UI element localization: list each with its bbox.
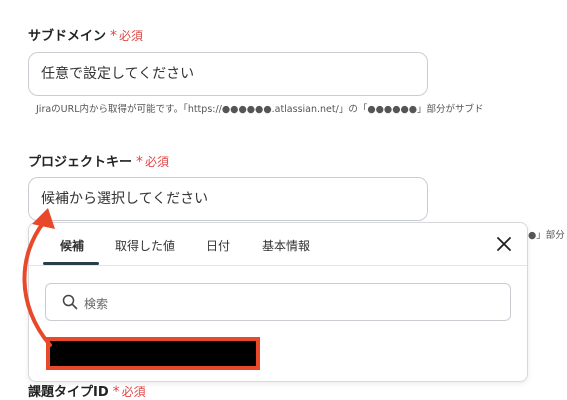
popup-tabs: 候補 取得した値 日付 基本情報 xyxy=(29,223,527,266)
tab-candidates[interactable]: 候補 xyxy=(60,237,84,254)
required-text: 必須 xyxy=(119,29,144,43)
required-mark: * xyxy=(112,384,120,400)
tab-date[interactable]: 日付 xyxy=(206,237,230,254)
subdomain-label: サブドメイン * 必須 xyxy=(28,25,143,44)
search-icon xyxy=(62,294,78,310)
tab-acquired-values[interactable]: 取得した値 xyxy=(115,237,175,254)
project-key-label: プロジェクトキー * 必須 xyxy=(28,151,169,170)
redacted-candidate-item[interactable] xyxy=(46,337,260,370)
required-mark: * xyxy=(110,28,118,44)
project-key-label-text: プロジェクトキー xyxy=(28,155,133,170)
search-placeholder: 検索 xyxy=(84,297,109,311)
subdomain-input[interactable]: 任意で設定してください xyxy=(28,52,428,96)
subdomain-hint: JiraのURL内から取得が可能です。「https://●●●●●●.atlas… xyxy=(36,104,484,115)
search-input[interactable]: 検索 xyxy=(45,283,511,321)
required-badge: * 必須 xyxy=(112,384,146,400)
close-icon[interactable] xyxy=(495,235,513,253)
project-key-input[interactable]: 候補から選択してください xyxy=(28,177,428,221)
issue-type-label: 課題タイプID * 必須 xyxy=(28,381,146,400)
required-text: 必須 xyxy=(145,155,170,169)
project-key-hint-fragment: ●」部分 xyxy=(528,230,565,241)
required-mark: * xyxy=(136,154,144,170)
active-tab-indicator xyxy=(43,262,99,265)
required-badge: * 必須 xyxy=(136,154,170,170)
tab-basic-info[interactable]: 基本情報 xyxy=(262,237,310,254)
required-text: 必須 xyxy=(121,385,146,399)
subdomain-label-text: サブドメイン xyxy=(28,29,107,44)
required-badge: * 必須 xyxy=(110,28,144,44)
issue-type-label-text: 課題タイプID xyxy=(28,385,109,400)
